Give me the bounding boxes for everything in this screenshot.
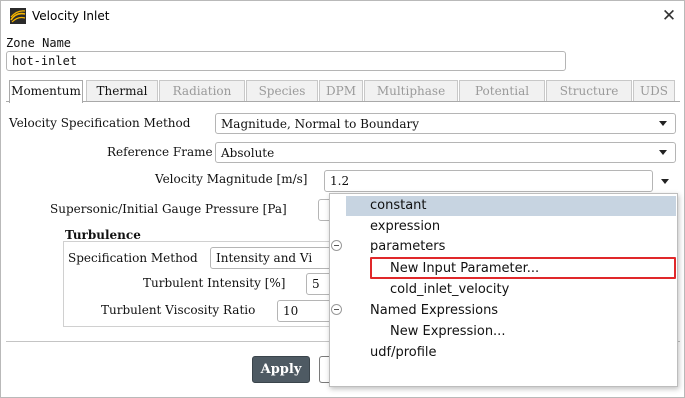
spec-method-dropdown[interactable]: Intensity and Vi	[210, 247, 335, 269]
tab-species[interactable]: Species	[246, 80, 318, 102]
menu-item-udf-profile[interactable]: udf/profile	[370, 343, 437, 363]
chevron-down-icon	[659, 121, 667, 126]
menu-item-parameters[interactable]: parameters	[370, 237, 445, 257]
collapse-icon[interactable]	[331, 304, 342, 315]
tab-structure[interactable]: Structure	[546, 80, 632, 102]
tab-thermal[interactable]: Thermal	[86, 80, 158, 102]
zone-name-input[interactable]: hot-inlet	[6, 51, 566, 71]
parameter-menu: constant expression parameters New Input…	[329, 193, 678, 387]
menu-item-constant[interactable]: constant	[346, 196, 676, 216]
turbulent-intensity-label: Turbulent Intensity [%]	[143, 276, 286, 290]
velocity-spec-dropdown[interactable]: Magnitude, Normal to Boundary	[215, 113, 676, 134]
tab-momentum[interactable]: Momentum	[9, 80, 83, 103]
viscosity-ratio-label: Turbulent Viscosity Ratio	[101, 303, 256, 317]
window-title: Velocity Inlet	[32, 9, 110, 23]
tab-multiphase[interactable]: Multiphase	[364, 80, 458, 102]
turbulence-heading: Turbulence	[65, 228, 141, 242]
chevron-down-icon	[659, 150, 667, 155]
tab-uds[interactable]: UDS	[633, 80, 675, 102]
menu-item-named-expressions[interactable]: Named Expressions	[370, 301, 498, 321]
reference-frame-dropdown[interactable]: Absolute	[215, 142, 676, 163]
velocity-inlet-dialog: Velocity Inlet ✕ Zone Name hot-inlet Mom…	[0, 0, 685, 398]
velocity-magnitude-label: Velocity Magnitude [m/s]	[155, 172, 308, 186]
app-icon	[10, 8, 26, 24]
menu-item-cold-inlet-velocity[interactable]: cold_inlet_velocity	[390, 280, 509, 300]
zone-name-label: Zone Name	[6, 36, 72, 50]
close-icon[interactable]: ✕	[657, 5, 681, 27]
tab-dpm[interactable]: DPM	[319, 80, 363, 102]
apply-button[interactable]: Apply	[252, 356, 310, 383]
gauge-pressure-label: Supersonic/Initial Gauge Pressure [Pa]	[50, 202, 287, 216]
velocity-spec-label: Velocity Specification Method	[9, 116, 191, 130]
tab-divider	[6, 101, 680, 102]
chevron-down-icon[interactable]	[661, 179, 669, 184]
viscosity-ratio-input[interactable]: 10	[277, 300, 335, 322]
tab-radiation[interactable]: Radiation	[159, 80, 245, 102]
reference-frame-label: Reference Frame	[107, 145, 213, 159]
tab-potential[interactable]: Potential	[459, 80, 545, 102]
spec-method-label: Specification Method	[68, 251, 198, 265]
collapse-icon[interactable]	[331, 240, 342, 251]
highlight-box	[370, 257, 676, 279]
menu-item-expression[interactable]: expression	[370, 217, 440, 237]
velocity-magnitude-input[interactable]: 1.2	[324, 170, 653, 192]
menu-item-new-expression[interactable]: New Expression...	[390, 322, 505, 342]
title-bar: Velocity Inlet ✕	[1, 1, 684, 32]
